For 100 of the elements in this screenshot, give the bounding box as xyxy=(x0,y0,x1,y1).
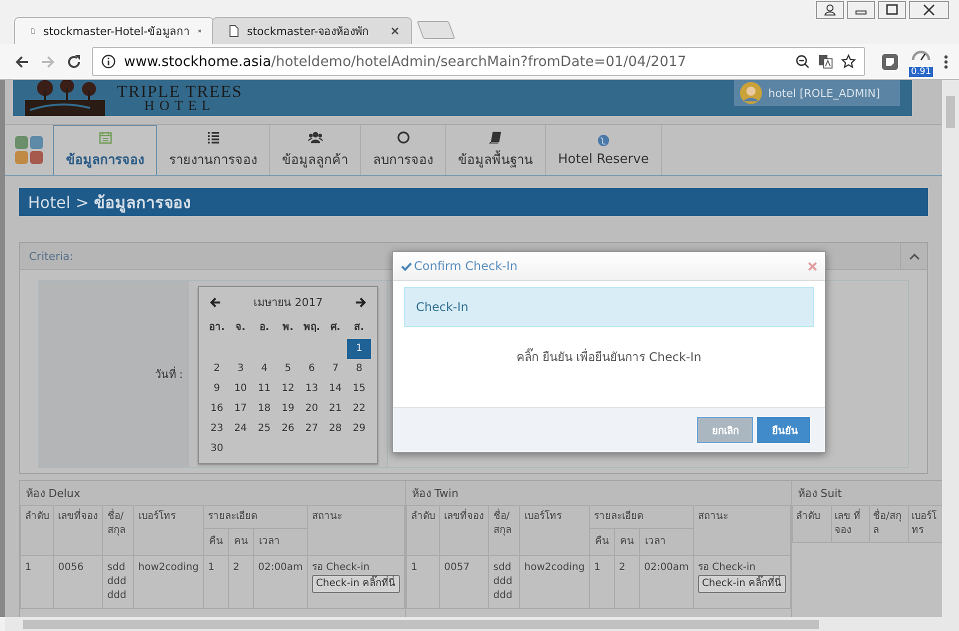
calendar-day[interactable]: 6 xyxy=(300,359,324,379)
nav-tab[interactable]: ข้อมูลการจอง xyxy=(53,125,157,175)
circle-icon xyxy=(396,130,410,144)
nav-tab[interactable]: รายงานการจอง xyxy=(157,125,270,175)
column-header: เวลา xyxy=(254,528,308,556)
calendar-day[interactable]: 24 xyxy=(228,419,252,439)
column-header: เบอร์โทร xyxy=(520,506,590,556)
next-month-icon[interactable] xyxy=(355,296,366,308)
close-icon[interactable] xyxy=(198,27,201,35)
vertical-scrollbar[interactable] xyxy=(942,80,959,617)
calendar-day[interactable]: 12 xyxy=(276,379,300,399)
table-cell: 1 xyxy=(406,556,440,608)
column-header: ลำดับ xyxy=(792,506,831,542)
calendar-day[interactable]: 29 xyxy=(347,419,371,439)
column-header: สถานะ xyxy=(307,506,404,556)
horizontal-scrollbar[interactable] xyxy=(5,617,959,631)
calendar-icon xyxy=(98,131,112,144)
table-cell: how2coding xyxy=(134,556,204,608)
table-cell: 0057 xyxy=(440,556,489,608)
weekday-label: อ. xyxy=(258,321,270,335)
check-in-button[interactable]: Check-in คลิ๊กที่นี่ xyxy=(312,575,400,593)
room-type-title: ห้อง Delux xyxy=(26,486,80,502)
nav-tab[interactable]: ลบการจอง xyxy=(361,125,446,175)
speed-extension-button[interactable]: 0.91 xyxy=(909,48,933,74)
user-icon[interactable] xyxy=(816,1,844,19)
calendar-day[interactable]: 26 xyxy=(276,419,300,439)
calendar-day[interactable]: 1 xyxy=(347,339,371,359)
column-header: ลำดับ xyxy=(406,506,440,556)
user-name: hotel [ROLE_ADMIN] xyxy=(768,86,880,100)
apps-icon[interactable] xyxy=(15,136,43,164)
calendar-day[interactable]: 19 xyxy=(276,399,300,419)
column-header: รายละเอียด xyxy=(203,506,308,528)
browser-tab[interactable]: stockmaster-Hotel-ข้อมูลกา xyxy=(14,17,214,44)
nav-tab[interactable]: ข้อมูลลูกค้า xyxy=(270,125,361,175)
calendar-day[interactable]: 27 xyxy=(300,419,324,439)
calendar-day[interactable]: 22 xyxy=(347,399,371,419)
extension-icon[interactable] xyxy=(881,52,899,70)
calendar-day[interactable]: 10 xyxy=(228,379,252,399)
calendar-day[interactable]: 17 xyxy=(228,399,252,419)
calendar-day[interactable]: 30 xyxy=(205,439,229,459)
dialog-message: คลิ๊ก ยืนยัน เพื่อยืนยันการ Check-In xyxy=(516,347,702,366)
calendar-day[interactable]: 21 xyxy=(324,399,348,419)
nav-tab[interactable]: Hotel Reserve xyxy=(546,125,662,175)
table-cell: sdd ddd ddd xyxy=(102,556,134,608)
alert-text: Check-In xyxy=(416,300,468,314)
column-header: ชื่อ/สกุล xyxy=(102,506,134,556)
calendar-day[interactable]: 14 xyxy=(324,379,348,399)
minimize-icon[interactable] xyxy=(847,1,875,19)
calendar-day[interactable]: 28 xyxy=(324,419,348,439)
close-icon[interactable] xyxy=(391,27,399,35)
table-cell: 02:00am xyxy=(640,556,694,608)
list-icon xyxy=(206,130,220,144)
calendar-day[interactable]: 4 xyxy=(252,359,276,379)
calendar-day[interactable]: 16 xyxy=(205,399,229,419)
table-cell: how2coding xyxy=(520,556,590,608)
logo-title: TRIPLE TREES xyxy=(117,82,242,100)
confirm-button[interactable]: ยืนยัน xyxy=(757,417,810,443)
month-title[interactable]: เมษายน 2017 xyxy=(253,293,323,311)
close-icon[interactable] xyxy=(909,1,949,19)
table-cell: 1 xyxy=(589,556,615,608)
calendar-day[interactable]: 18 xyxy=(252,399,276,419)
column-header: คน xyxy=(228,528,254,556)
table-cell: 0056 xyxy=(54,556,103,608)
table-cell: 1 xyxy=(20,556,54,608)
breadcrumb: Hotel > ข้อมูลการจอง xyxy=(28,192,191,214)
logo-subtitle: HOTEL xyxy=(144,100,216,114)
calendar-day[interactable]: 7 xyxy=(324,359,348,379)
calendar-day[interactable]: 20 xyxy=(300,399,324,419)
star-icon[interactable] xyxy=(841,54,856,69)
prev-month-icon[interactable] xyxy=(210,296,221,308)
status-text: รอ Check-in xyxy=(312,561,371,575)
url-host: www.stockhome.asia xyxy=(124,54,272,70)
browser-tab[interactable]: stockmaster-จองห้องพัก xyxy=(212,17,412,44)
status-text: รอ Check-in xyxy=(698,561,757,575)
calendar-day[interactable]: 8 xyxy=(347,359,371,379)
calendar-day[interactable]: 9 xyxy=(205,379,229,399)
calendar-day[interactable]: 3 xyxy=(228,359,252,379)
calendar-day[interactable]: 15 xyxy=(347,379,371,399)
calendar-day[interactable]: 2 xyxy=(205,359,229,379)
column-header: เวลา xyxy=(640,528,694,556)
nav-tab[interactable]: ข้อมูลพื้นฐาน xyxy=(446,125,546,175)
reload-icon[interactable] xyxy=(66,54,82,70)
calendar-day[interactable]: 23 xyxy=(205,419,229,439)
column-header: สถานะ xyxy=(693,506,790,556)
check-in-button[interactable]: Check-in คลิ๊กที่นี่ xyxy=(698,575,786,593)
room-type-title: ห้อง Suit xyxy=(798,486,842,502)
calendar-day[interactable]: 11 xyxy=(252,379,276,399)
calendar-day[interactable]: 5 xyxy=(276,359,300,379)
back-icon[interactable] xyxy=(14,54,30,70)
address-bar[interactable]: www.stockhome.asia/hoteldemo/hotelAdmin/searchMain?fromDate=01/04/2017 xyxy=(92,47,865,76)
calendar-day[interactable]: 13 xyxy=(300,379,324,399)
menu-icon[interactable] xyxy=(943,54,949,70)
translate-icon[interactable] xyxy=(818,54,833,69)
calendar-day[interactable]: 25 xyxy=(252,419,276,439)
weekday-label: พ. xyxy=(282,321,294,335)
gauge-icon xyxy=(911,48,931,60)
maximize-icon[interactable] xyxy=(878,1,906,19)
book-icon xyxy=(489,130,502,144)
weekday-label: อา. xyxy=(208,321,226,335)
zoom-out-icon[interactable] xyxy=(795,54,810,69)
